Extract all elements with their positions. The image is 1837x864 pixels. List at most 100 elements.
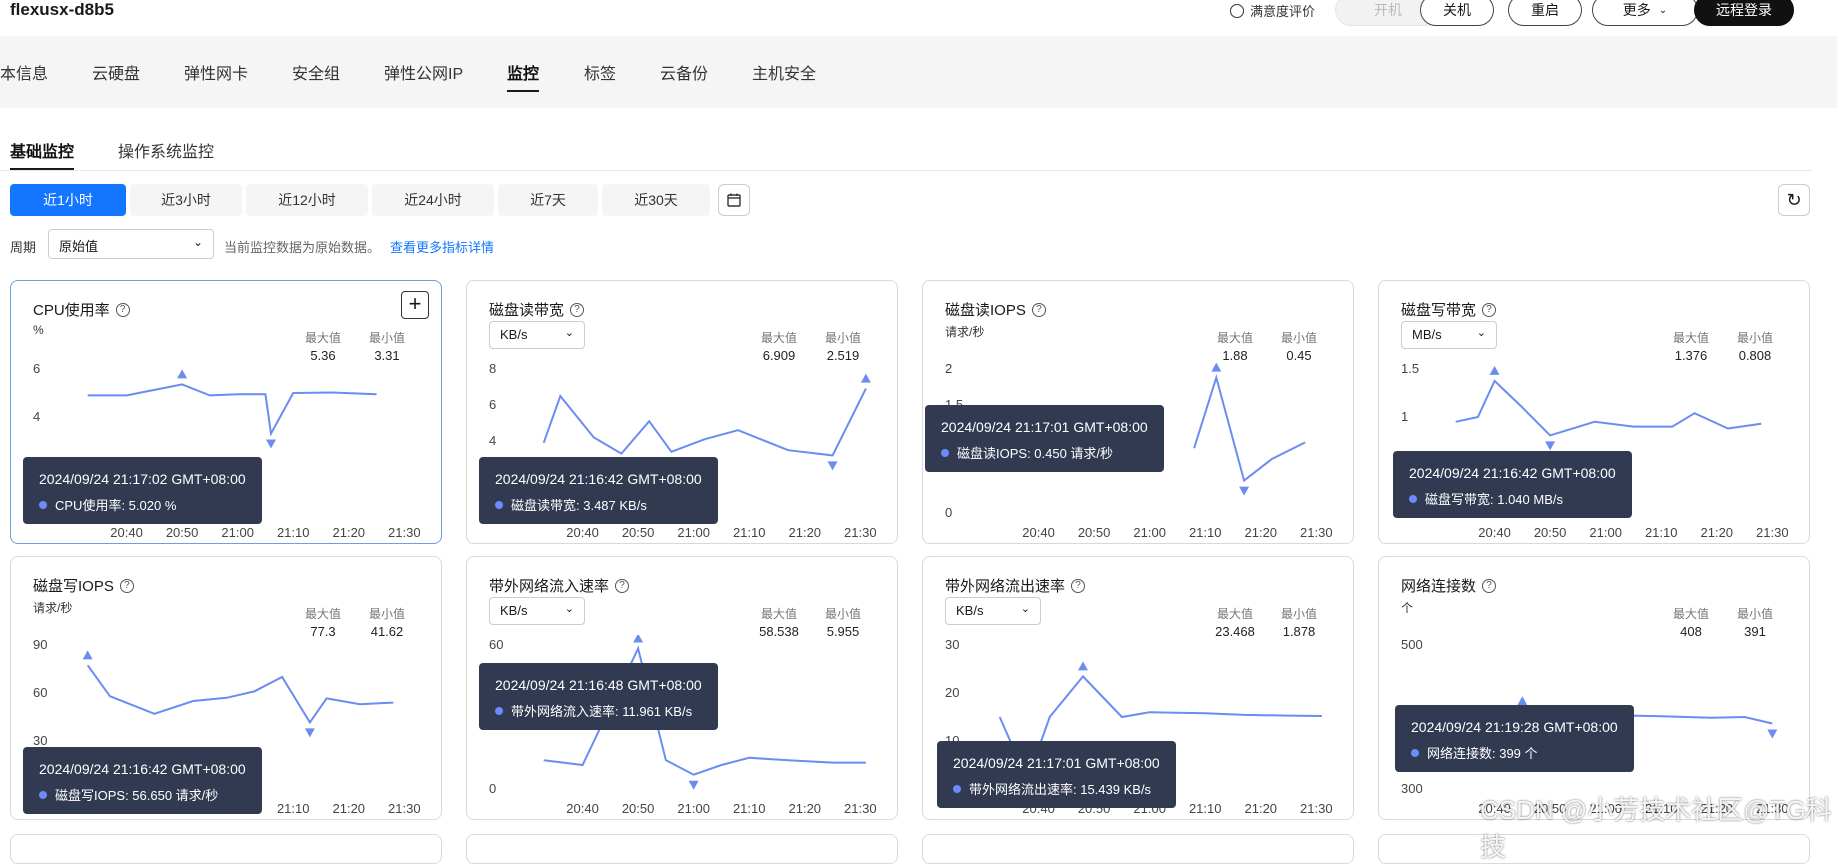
x-tick-label: 21:10 bbox=[277, 525, 310, 540]
x-tick-label: 20:40 bbox=[566, 525, 599, 540]
range-1h[interactable]: 近1小时 bbox=[10, 184, 126, 216]
tooltip-value: 网络连接数: 399 个 bbox=[1427, 746, 1538, 761]
help-icon[interactable]: ? bbox=[1482, 578, 1497, 593]
range-30d[interactable]: 近30天 bbox=[602, 184, 710, 216]
instance-title: flexusx-d8b5 bbox=[10, 0, 114, 19]
chart-tooltip: 2024/09/24 21:17:02 GMT+08:00 CPU使用率: 5.0… bbox=[23, 457, 262, 524]
tab-tags[interactable]: 标签 bbox=[584, 60, 616, 84]
main-tabs: 本信息 云硬盘 弹性网卡 安全组 弹性公网IP 监控 标签 云备份 主机安全 bbox=[0, 36, 1837, 108]
card-title-text: 磁盘读IOPS bbox=[945, 302, 1026, 319]
calendar-button[interactable] bbox=[718, 184, 750, 216]
stat-max: 最大值 23.468 bbox=[1205, 605, 1265, 639]
x-tick-label: 21:00 bbox=[677, 525, 710, 540]
x-tick-label: 21:30 bbox=[1756, 525, 1789, 540]
unit-select[interactable]: MB/s ⌄ bbox=[1401, 321, 1497, 349]
x-tick-label: 21:10 bbox=[1189, 801, 1222, 816]
help-icon[interactable]: ? bbox=[1071, 578, 1086, 593]
metric-card-disk-write-bandwidth[interactable]: 磁盘写带宽? MB/s ⌄ 最大值 1.376 最小值 0.808 1.5 1 20:40 20:5… bbox=[1378, 280, 1810, 544]
stat-min-label: 最小值 bbox=[1736, 607, 1773, 621]
range-24h[interactable]: 近24小时 bbox=[372, 184, 494, 216]
x-tick-label: 21:10 bbox=[1189, 525, 1222, 540]
period-label: 周期 bbox=[10, 240, 37, 255]
metric-card-oob-net-out-rate[interactable]: 带外网络流出速率?KB/s⌄最大值23.468最小值1.87830201020:… bbox=[922, 556, 1354, 820]
stat-max-label: 最大值 bbox=[760, 607, 797, 621]
y-tick-label: 30 bbox=[33, 733, 47, 748]
x-tick-label: 20:50 bbox=[622, 801, 655, 816]
x-tick-label: 21:10 bbox=[277, 801, 310, 816]
unit-select[interactable]: KB/s ⌄ bbox=[489, 597, 585, 625]
tooltip-time: 2024/09/24 21:19:28 GMT+08:00 bbox=[1411, 719, 1618, 735]
tooltip-row: 带外网络流出速率: 15.439 KB/s bbox=[953, 779, 1160, 798]
card-title-text: CPU使用率 bbox=[33, 302, 110, 319]
tab-host-security[interactable]: 主机安全 bbox=[752, 60, 816, 84]
help-icon[interactable]: ? bbox=[1031, 302, 1046, 317]
metric-card-partial[interactable] bbox=[466, 834, 898, 864]
tooltip-value: 磁盘读带宽: 3.487 KB/s bbox=[511, 498, 647, 513]
x-tick-label: 21:30 bbox=[388, 525, 421, 540]
chevron-down-icon: ⌄ bbox=[192, 235, 203, 249]
tab-nics[interactable]: 弹性网卡 bbox=[184, 60, 248, 84]
help-icon[interactable]: ? bbox=[115, 302, 130, 317]
chart-tooltip: 2024/09/24 21:16:42 GMT+08:00 磁盘写带宽: 1.04… bbox=[1393, 451, 1632, 518]
metric-card-disk-read-iops[interactable]: 磁盘读IOPS?请求/秒最大值1.88最小值0.4521.5020:4020:5… bbox=[922, 280, 1354, 544]
stat-min-label: 最小值 bbox=[824, 331, 861, 345]
tab-backup[interactable]: 云备份 bbox=[660, 60, 708, 84]
x-tick-label: 20:40 bbox=[566, 801, 599, 816]
subtab-basic-monitoring[interactable]: 基础监控 bbox=[10, 138, 74, 162]
y-tick-label: 60 bbox=[489, 637, 503, 652]
help-icon[interactable]: ? bbox=[119, 578, 134, 593]
metric-card-partial[interactable] bbox=[10, 834, 442, 864]
tab-eip[interactable]: 弹性公网IP bbox=[384, 60, 463, 84]
metric-card-partial[interactable] bbox=[922, 834, 1354, 864]
tab-disks[interactable]: 云硬盘 bbox=[92, 60, 140, 84]
stat-max-label: 最大值 bbox=[1216, 331, 1253, 345]
metric-card-disk-read-bandwidth[interactable]: 磁盘读带宽? KB/s ⌄ 最大值 6.909 最小值 2.519 8 6 4 20:40 20:50… bbox=[466, 280, 898, 544]
series-dot-icon bbox=[39, 790, 47, 799]
stat-max-label: 最大值 bbox=[1672, 331, 1709, 345]
subtab-os-monitoring[interactable]: 操作系统监控 bbox=[118, 138, 214, 162]
x-tick-label: 21:00 bbox=[677, 801, 710, 816]
range-12h[interactable]: 近12小时 bbox=[246, 184, 368, 216]
unit-select[interactable]: KB/s ⌄ bbox=[489, 321, 585, 349]
metric-card-net-connections[interactable]: 网络连接数?个最大值408最小值39150040030020:4020:5021… bbox=[1378, 556, 1810, 820]
stat-min: 最小值 0.808 bbox=[1725, 329, 1785, 363]
satisfaction-link[interactable]: 满意度评价 bbox=[1230, 1, 1315, 20]
help-icon[interactable]: ? bbox=[570, 302, 585, 317]
period-select[interactable]: 原始值 ⌄ bbox=[48, 229, 214, 259]
card-title: 网络连接数? bbox=[1401, 575, 1497, 596]
more-button[interactable]: 更多 ⌄ bbox=[1592, 0, 1698, 26]
max-marker bbox=[1517, 696, 1528, 706]
stat-max-label: 最大值 bbox=[304, 331, 341, 345]
min-marker bbox=[266, 439, 276, 449]
range-3h[interactable]: 近3小时 bbox=[130, 184, 242, 216]
tab-security-groups[interactable]: 安全组 bbox=[292, 60, 340, 84]
min-marker bbox=[1239, 486, 1250, 496]
max-marker bbox=[1211, 362, 1222, 372]
stat-min-label: 最小值 bbox=[824, 607, 861, 621]
tab-basic-info[interactable]: 本信息 bbox=[0, 60, 48, 84]
x-tick-label: 21:30 bbox=[1300, 801, 1333, 816]
remote-login-button[interactable]: 远程登录 bbox=[1694, 0, 1794, 26]
unit-value: KB/s bbox=[500, 603, 528, 618]
unit-value: MB/s bbox=[1412, 327, 1442, 342]
tab-monitoring[interactable]: 监控 bbox=[507, 60, 539, 84]
stop-button[interactable]: 关机 bbox=[1420, 0, 1494, 26]
series-dot-icon bbox=[941, 448, 949, 457]
max-marker bbox=[860, 373, 871, 383]
help-icon[interactable]: ? bbox=[1482, 302, 1497, 317]
stat-max: 最大值 77.3 bbox=[293, 605, 353, 639]
help-icon[interactable]: ? bbox=[615, 578, 630, 593]
refresh-button[interactable]: ↻ bbox=[1778, 184, 1810, 216]
metric-card-cpu-usage[interactable]: CPU使用率?%最大值5.36最小值3.31+64220:4020:5021:0… bbox=[10, 280, 442, 544]
min-marker bbox=[1545, 441, 1556, 451]
range-7d[interactable]: 近7天 bbox=[498, 184, 598, 216]
more-metrics-link[interactable]: 查看更多指标详情 bbox=[390, 237, 494, 256]
metric-card-oob-net-in-rate[interactable]: 带外网络流入速率? KB/s ⌄ 最大值 58.538 最小值 5.955 60 0 20:40 2… bbox=[466, 556, 898, 820]
unit-label: 个 bbox=[1401, 601, 1414, 615]
add-icon[interactable]: + bbox=[401, 291, 429, 319]
tooltip-row: 网络连接数: 399 个 bbox=[1411, 743, 1618, 762]
x-tick-label: 21:00 bbox=[221, 525, 254, 540]
metric-card-disk-write-iops[interactable]: 磁盘写IOPS?请求/秒最大值77.3最小值41.6290603020:4020… bbox=[10, 556, 442, 820]
unit-select[interactable]: KB/s ⌄ bbox=[945, 597, 1041, 625]
reboot-button[interactable]: 重启 bbox=[1508, 0, 1582, 26]
